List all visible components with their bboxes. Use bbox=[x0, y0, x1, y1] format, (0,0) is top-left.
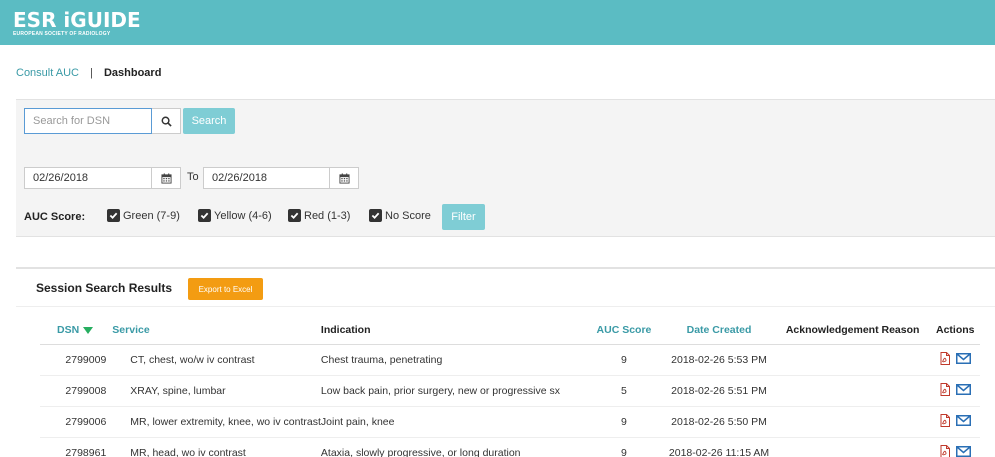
results-title: Session Search Results bbox=[36, 281, 173, 295]
checkbox-checked-icon bbox=[107, 209, 120, 222]
app-header: ESR iGUIDE EUROPEAN SOCIETY OF RADIOLOGY bbox=[0, 0, 995, 45]
email-icon[interactable] bbox=[955, 383, 971, 395]
calendar-icon bbox=[338, 172, 350, 184]
checkbox-checked-icon bbox=[198, 209, 211, 222]
search-icon bbox=[161, 116, 172, 127]
checkbox-checked-icon bbox=[369, 209, 382, 222]
calendar-icon bbox=[160, 172, 172, 184]
breadcrumb-separator: | bbox=[90, 67, 93, 79]
table-row[interactable]: 2799009 CT, chest, wo/w iv contrast Ches… bbox=[40, 344, 980, 376]
search-panel: Search 02/26/2018 To 02/26/2018 AUC Scor… bbox=[16, 99, 995, 237]
table-row[interactable]: 2798961 MR, head, wo iv contrast Ataxia,… bbox=[40, 437, 980, 457]
column-header-actions: Actions bbox=[930, 317, 980, 345]
cell-service: MR, lower extremity, knee, wo iv contras… bbox=[106, 406, 321, 438]
cell-indication: Low back pain, prior surgery, new or pro… bbox=[320, 375, 585, 407]
esr-iguide-logo[interactable]: ESR iGUIDE EUROPEAN SOCIETY OF RADIOLOGY bbox=[13, 10, 141, 37]
breadcrumb-consult-auc[interactable]: Consult AUC bbox=[16, 67, 79, 79]
cell-auc-score: 9 bbox=[584, 406, 664, 438]
checkbox-checked-icon bbox=[288, 209, 301, 222]
auc-yellow-label: Yellow (4-6) bbox=[214, 209, 272, 222]
filter-button[interactable]: Filter bbox=[442, 204, 485, 230]
export-to-excel-button[interactable]: Export to Excel bbox=[188, 278, 263, 300]
email-icon[interactable] bbox=[955, 352, 971, 364]
cell-service: CT, chest, wo/w iv contrast bbox=[106, 344, 321, 376]
search-addon[interactable] bbox=[152, 108, 181, 134]
cell-actions bbox=[930, 406, 980, 438]
cell-ack-reason bbox=[774, 375, 931, 407]
logo-title: ESR iGUIDE bbox=[13, 8, 141, 32]
cell-ack-reason bbox=[774, 406, 931, 438]
cell-dsn: 2799006 bbox=[40, 406, 107, 438]
cell-auc-score: 9 bbox=[584, 344, 664, 376]
date-to-calendar-button[interactable] bbox=[330, 167, 359, 189]
auc-red-checkbox[interactable]: Red (1-3) bbox=[288, 209, 350, 222]
pdf-icon[interactable] bbox=[940, 413, 950, 427]
cell-dsn: 2798961 bbox=[40, 437, 107, 457]
date-to-label: To bbox=[187, 171, 199, 183]
cell-indication: Joint pain, knee bbox=[320, 406, 585, 438]
auc-green-checkbox[interactable]: Green (7-9) bbox=[107, 209, 180, 222]
cell-ack-reason bbox=[774, 344, 931, 376]
cell-actions bbox=[930, 375, 980, 407]
cell-auc-score: 5 bbox=[584, 375, 664, 407]
table-header-row: DSN Service Indication AUC Score Date Cr… bbox=[40, 317, 980, 345]
table-row[interactable]: 2799006 MR, lower extremity, knee, wo iv… bbox=[40, 406, 980, 438]
date-from-field[interactable]: 02/26/2018 bbox=[24, 167, 152, 189]
email-icon[interactable] bbox=[955, 445, 971, 457]
auc-score-label: AUC Score: bbox=[24, 211, 86, 223]
email-icon[interactable] bbox=[955, 414, 971, 426]
column-header-ack-reason: Acknowledgement Reason bbox=[774, 317, 931, 345]
search-button[interactable]: Search bbox=[183, 108, 235, 134]
dsn-search-input[interactable] bbox=[24, 108, 152, 134]
auc-no-score-checkbox[interactable]: No Score bbox=[369, 209, 431, 222]
date-to-field[interactable]: 02/26/2018 bbox=[203, 167, 330, 189]
cell-actions bbox=[930, 437, 980, 457]
results-table: DSN Service Indication AUC Score Date Cr… bbox=[40, 317, 980, 457]
auc-yellow-checkbox[interactable]: Yellow (4-6) bbox=[198, 209, 272, 222]
session-results-panel: Session Search Results Export to Excel D… bbox=[16, 267, 995, 457]
pdf-icon[interactable] bbox=[940, 382, 950, 396]
column-header-date-created[interactable]: Date Created bbox=[663, 317, 775, 345]
cell-dsn: 2799009 bbox=[40, 344, 107, 376]
cell-auc-score: 9 bbox=[584, 437, 664, 457]
cell-indication: Ataxia, slowly progressive, or long dura… bbox=[320, 437, 585, 457]
pdf-icon[interactable] bbox=[940, 444, 950, 457]
pdf-icon[interactable] bbox=[940, 351, 950, 365]
table-row[interactable]: 2799008 XRAY, spine, lumbar Low back pai… bbox=[40, 375, 980, 407]
date-from-calendar-button[interactable] bbox=[152, 167, 181, 189]
cell-date-created: 2018-02-26 11:15 AM bbox=[663, 437, 775, 457]
column-header-auc-score[interactable]: AUC Score bbox=[584, 317, 664, 345]
cell-ack-reason bbox=[774, 437, 931, 457]
cell-indication: Chest trauma, penetrating bbox=[320, 344, 585, 376]
auc-no-score-label: No Score bbox=[385, 209, 431, 222]
cell-actions bbox=[930, 344, 980, 376]
cell-dsn: 2799008 bbox=[40, 375, 107, 407]
results-header: Session Search Results Export to Excel bbox=[16, 269, 995, 307]
cell-date-created: 2018-02-26 5:51 PM bbox=[663, 375, 775, 407]
auc-red-label: Red (1-3) bbox=[304, 209, 351, 222]
cell-service: XRAY, spine, lumbar bbox=[106, 375, 321, 407]
cell-date-created: 2018-02-26 5:50 PM bbox=[663, 406, 775, 438]
column-header-dsn-label: DSN bbox=[57, 324, 80, 337]
column-header-service[interactable]: Service bbox=[106, 317, 321, 345]
cell-service: MR, head, wo iv contrast bbox=[106, 437, 321, 457]
breadcrumb: Consult AUC | Dashboard bbox=[16, 67, 161, 79]
cell-date-created: 2018-02-26 5:53 PM bbox=[663, 344, 775, 376]
column-header-dsn[interactable]: DSN bbox=[40, 317, 107, 345]
auc-green-label: Green (7-9) bbox=[123, 209, 180, 222]
breadcrumb-dashboard: Dashboard bbox=[103, 67, 162, 79]
sort-desc-icon bbox=[83, 326, 94, 334]
column-header-indication: Indication bbox=[320, 317, 585, 345]
